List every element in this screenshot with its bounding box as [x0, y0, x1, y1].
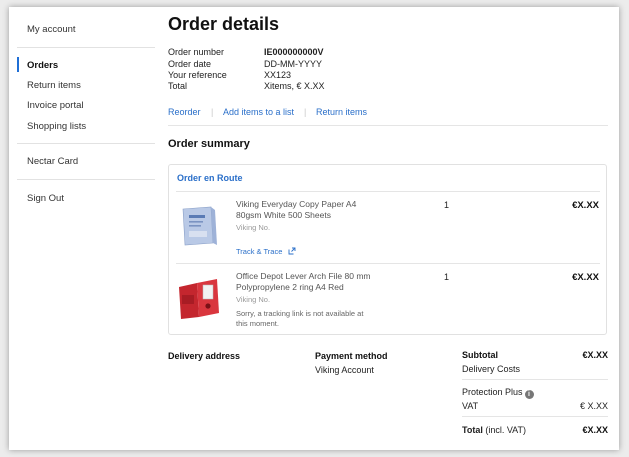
- sidebar-item-return-items[interactable]: Return items: [27, 80, 81, 91]
- divider: [176, 263, 600, 264]
- item-name[interactable]: Office Depot Lever Arch File 80 mm Polyp…: [236, 271, 371, 293]
- action-separator: |: [211, 107, 214, 117]
- order-number-label: Order number: [168, 47, 225, 57]
- item-price: €X.XX: [572, 272, 599, 283]
- external-link-icon: [288, 247, 295, 255]
- sidebar-item-my-account[interactable]: My account: [27, 24, 76, 35]
- total-label-strong: Total: [462, 425, 483, 435]
- protection-plus-text: Protection Plus: [462, 387, 523, 397]
- vat-value: € X.XX: [579, 401, 608, 411]
- sidebar-active-indicator: [17, 57, 19, 72]
- sidebar-divider: [17, 47, 155, 48]
- item-price: €X.XX: [572, 200, 599, 211]
- total-incl-vat-value: €X.XX: [582, 425, 608, 435]
- item-brand: Viking No.: [236, 295, 271, 304]
- sidebar-divider: [17, 179, 155, 180]
- lever-arch-file-icon[interactable]: [177, 273, 221, 321]
- total-value: Xitems, € X.XX: [264, 81, 325, 91]
- vat-label: VAT: [462, 401, 479, 411]
- reference-value: XX123: [264, 70, 292, 80]
- track-and-trace-label: Track & Trace: [236, 247, 283, 256]
- divider: [462, 416, 608, 417]
- divider: [462, 379, 608, 380]
- sidebar-item-shopping-lists[interactable]: Shopping lists: [27, 121, 86, 132]
- order-date-label: Order date: [168, 59, 212, 69]
- reference-label: Your reference: [168, 70, 227, 80]
- order-date-value: DD-MM-YYYY: [264, 59, 322, 69]
- payment-method-value: Viking Account: [315, 365, 374, 375]
- sidebar-item-nectar-card[interactable]: Nectar Card: [27, 156, 78, 167]
- paper-ream-icon[interactable]: [177, 201, 221, 249]
- browser-frame: My account Orders Return items Invoice p…: [9, 7, 619, 450]
- total-label: Total: [168, 81, 188, 91]
- action-separator: |: [304, 107, 307, 117]
- order-summary-box: Order en Route Viking Everyday Copy Pape…: [168, 164, 607, 335]
- subtotal-label: Subtotal: [462, 350, 498, 360]
- order-number-value: IE000000000V: [264, 47, 324, 57]
- item-brand: Viking No.: [236, 223, 271, 232]
- item-quantity: 1: [444, 200, 450, 210]
- tracking-unavailable-note: Sorry, a tracking link is not available …: [236, 309, 364, 328]
- track-and-trace-link[interactable]: Track & Trace: [236, 247, 296, 256]
- delivery-costs-label: Delivery Costs: [462, 364, 521, 374]
- item-quantity: 1: [444, 272, 450, 282]
- order-status: Order en Route: [177, 173, 243, 183]
- divider: [176, 191, 600, 192]
- order-summary-title: Order summary: [168, 138, 250, 150]
- add-to-list-link[interactable]: Add items to a list: [223, 107, 294, 117]
- subtotal-value: €X.XX: [582, 350, 608, 360]
- delivery-address-label: Delivery address: [168, 351, 241, 361]
- total-label-suffix: (incl. VAT): [482, 425, 527, 435]
- page-title: Order details: [168, 14, 280, 34]
- item-name[interactable]: Viking Everyday Copy Paper A4 80gsm Whit…: [236, 199, 371, 221]
- info-icon[interactable]: i: [524, 390, 534, 399]
- sidebar-divider: [17, 143, 155, 144]
- sidebar-item-sign-out[interactable]: Sign Out: [27, 193, 64, 204]
- divider: [168, 125, 608, 126]
- protection-plus-label: Protection Plus i: [462, 387, 534, 399]
- return-items-link[interactable]: Return items: [316, 107, 367, 117]
- sidebar-item-invoice-portal[interactable]: Invoice portal: [27, 100, 84, 111]
- sidebar-item-orders[interactable]: Orders: [27, 60, 58, 71]
- total-incl-vat-label: Total (incl. VAT): [462, 425, 526, 435]
- payment-method-label: Payment method: [315, 351, 388, 361]
- reorder-link[interactable]: Reorder: [168, 107, 201, 117]
